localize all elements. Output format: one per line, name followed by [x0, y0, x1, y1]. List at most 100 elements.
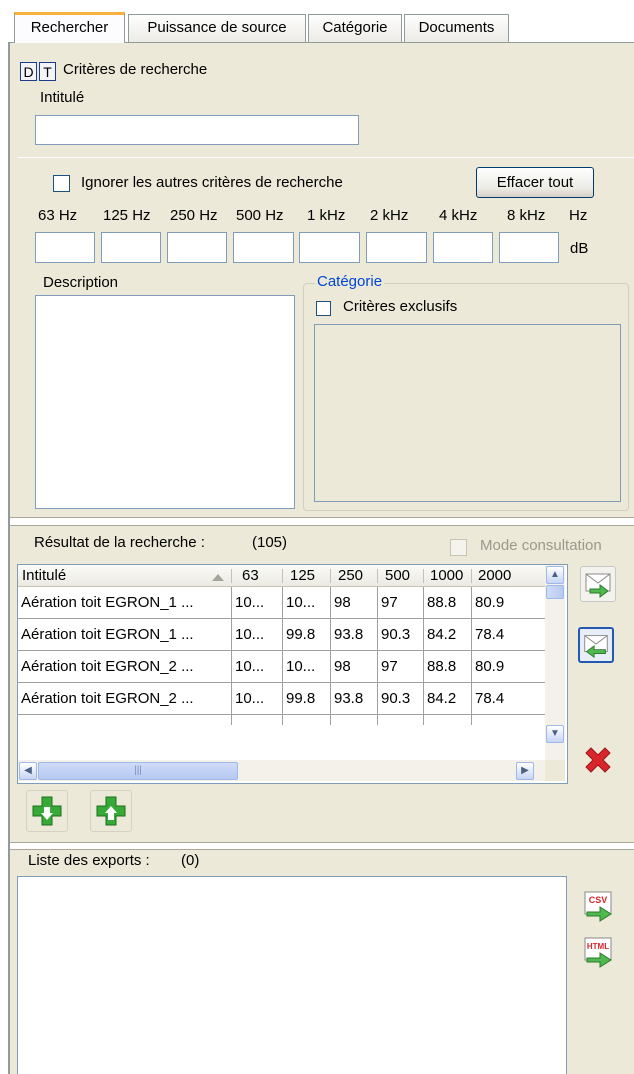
freq-input-500[interactable] — [233, 232, 294, 263]
scroll-right-icon[interactable]: ▶ — [516, 762, 534, 780]
results-title: Résultat de la recherche : — [34, 534, 205, 551]
plus-down-icon — [32, 796, 62, 826]
csv-export-icon: CSV — [584, 891, 612, 922]
table-row[interactable]: Aération toit EGRON_2 ... 10... 10... 98… — [18, 651, 545, 683]
table-cell — [232, 715, 283, 725]
col-header-125[interactable]: 125 — [283, 565, 330, 587]
table-cell: 10... — [232, 587, 283, 618]
table-cell: 10... — [232, 651, 283, 682]
table-cell — [18, 715, 232, 725]
table-row[interactable]: Aération toit EGRON_1 ... 10... 10... 98… — [18, 587, 545, 619]
table-cell: 99.8 — [283, 619, 331, 650]
table-cell: 90.3 — [378, 683, 424, 714]
badge-t[interactable]: T — [39, 62, 56, 81]
col-header-500[interactable]: 500 — [378, 565, 423, 587]
tab-categorie[interactable]: Catégorie — [308, 14, 402, 42]
scroll-down-icon[interactable]: ▼ — [546, 725, 564, 743]
green-arrow-right-icon — [585, 573, 611, 598]
tab-rechercher[interactable]: Rechercher — [14, 12, 125, 43]
scroll-up-icon[interactable]: ▲ — [546, 566, 564, 584]
mode-consultation-checkbox[interactable] — [450, 539, 467, 556]
freq-input-1k[interactable] — [299, 232, 360, 263]
table-cell: 78.4 — [475, 690, 505, 707]
table-cell: 88.8 — [424, 651, 472, 682]
table-cell: 97 — [378, 651, 424, 682]
table-cell: Aération toit EGRON_1 ... — [18, 619, 232, 650]
criteria-title: Critères de recherche — [63, 61, 208, 78]
delete-button[interactable] — [578, 742, 618, 782]
green-arrow-left-icon — [584, 635, 608, 659]
table-cell — [331, 715, 378, 725]
table-row[interactable]: Aération toit EGRON_1 ... 10... 99.8 93.… — [18, 619, 545, 651]
sort-asc-icon — [212, 574, 224, 581]
csv-icon-label: CSV — [589, 895, 608, 905]
scroll-left-icon[interactable]: ◀ — [19, 762, 37, 780]
table-cell — [378, 715, 424, 725]
exports-list[interactable] — [17, 876, 567, 1074]
vertical-scroll-thumb[interactable] — [546, 585, 564, 599]
freq-input-125[interactable] — [101, 232, 161, 263]
table-cell — [283, 715, 331, 725]
panel-divider-2 — [10, 842, 634, 850]
exports-title: Liste des exports : — [28, 852, 150, 869]
col-header-intitule[interactable]: Intitulé — [18, 565, 231, 587]
exclusive-criteria-checkbox[interactable] — [316, 301, 331, 316]
table-cell: 10... — [232, 619, 283, 650]
table-cell: 98 — [331, 587, 378, 618]
description-label: Description — [43, 274, 119, 291]
col-header-250[interactable]: 250 — [331, 565, 377, 587]
col-header-63[interactable]: 63 — [232, 565, 282, 587]
table-row[interactable] — [18, 715, 545, 725]
col-header-2000[interactable]: 2000 — [472, 565, 545, 587]
ignore-criteria-checkbox[interactable] — [53, 175, 70, 192]
export-html-button[interactable]: HTML — [583, 934, 615, 968]
html-export-icon: HTML — [584, 937, 612, 968]
table-cell: 10... — [283, 587, 331, 618]
tab-documents[interactable]: Documents — [404, 14, 509, 42]
category-list[interactable] — [314, 324, 621, 502]
table-cell: 80.9 — [475, 658, 505, 675]
freq-input-2k[interactable] — [366, 232, 427, 263]
red-x-icon — [585, 747, 611, 773]
tab-puissance-de-source[interactable]: Puissance de source — [128, 14, 306, 42]
table-cell: 80.9 — [475, 594, 505, 611]
intitule-input[interactable] — [35, 115, 359, 145]
table-cell: Aération toit EGRON_2 ... — [18, 683, 232, 714]
add-to-export-button[interactable] — [580, 566, 616, 602]
plus-up-icon — [96, 796, 126, 826]
criteria-separator — [18, 157, 634, 158]
table-cell: 93.8 — [331, 619, 378, 650]
col-header-1000[interactable]: 1000 — [424, 565, 471, 587]
table-cell: 90.3 — [378, 619, 424, 650]
freq-label-4k: 4 kHz — [439, 207, 478, 224]
horizontal-scroll-thumb[interactable]: ||| — [38, 762, 238, 780]
clear-all-button[interactable]: Effacer tout — [476, 167, 594, 198]
table-cell: 84.2 — [424, 619, 472, 650]
table-row[interactable]: Aération toit EGRON_2 ... 10... 99.8 93.… — [18, 683, 545, 715]
table-cell — [424, 715, 472, 725]
html-icon-label: HTML — [587, 942, 609, 951]
table-cell: 78.4 — [475, 626, 505, 643]
badge-d[interactable]: D — [20, 62, 37, 81]
table-cell: Aération toit EGRON_2 ... — [18, 651, 232, 682]
freq-input-63[interactable] — [35, 232, 95, 263]
add-row-above-button[interactable] — [90, 790, 132, 832]
freq-input-8k[interactable] — [499, 232, 559, 263]
freq-label-63: 63 Hz — [38, 207, 78, 224]
intitule-label: Intitulé — [40, 89, 85, 106]
hz-unit-label: Hz — [569, 207, 588, 224]
export-csv-button[interactable]: CSV — [583, 888, 615, 922]
table-cell: 10... — [232, 683, 283, 714]
horizontal-scrollbar[interactable]: ◀ ||| ▶ — [18, 760, 545, 781]
freq-input-4k[interactable] — [433, 232, 493, 263]
table-cell: 84.2 — [424, 683, 472, 714]
results-table[interactable]: Intitulé 63 125 250 500 1000 2000 Aérati… — [17, 564, 568, 784]
table-cell: 99.8 — [283, 683, 331, 714]
panel-divider-1 — [10, 517, 634, 526]
add-row-below-button[interactable] — [26, 790, 68, 832]
table-cell: 97 — [378, 587, 424, 618]
freq-input-250[interactable] — [167, 232, 227, 263]
description-textarea[interactable] — [35, 295, 295, 509]
vertical-scrollbar[interactable]: ▲ ▼ — [545, 565, 565, 760]
remove-from-export-button[interactable] — [578, 627, 614, 663]
